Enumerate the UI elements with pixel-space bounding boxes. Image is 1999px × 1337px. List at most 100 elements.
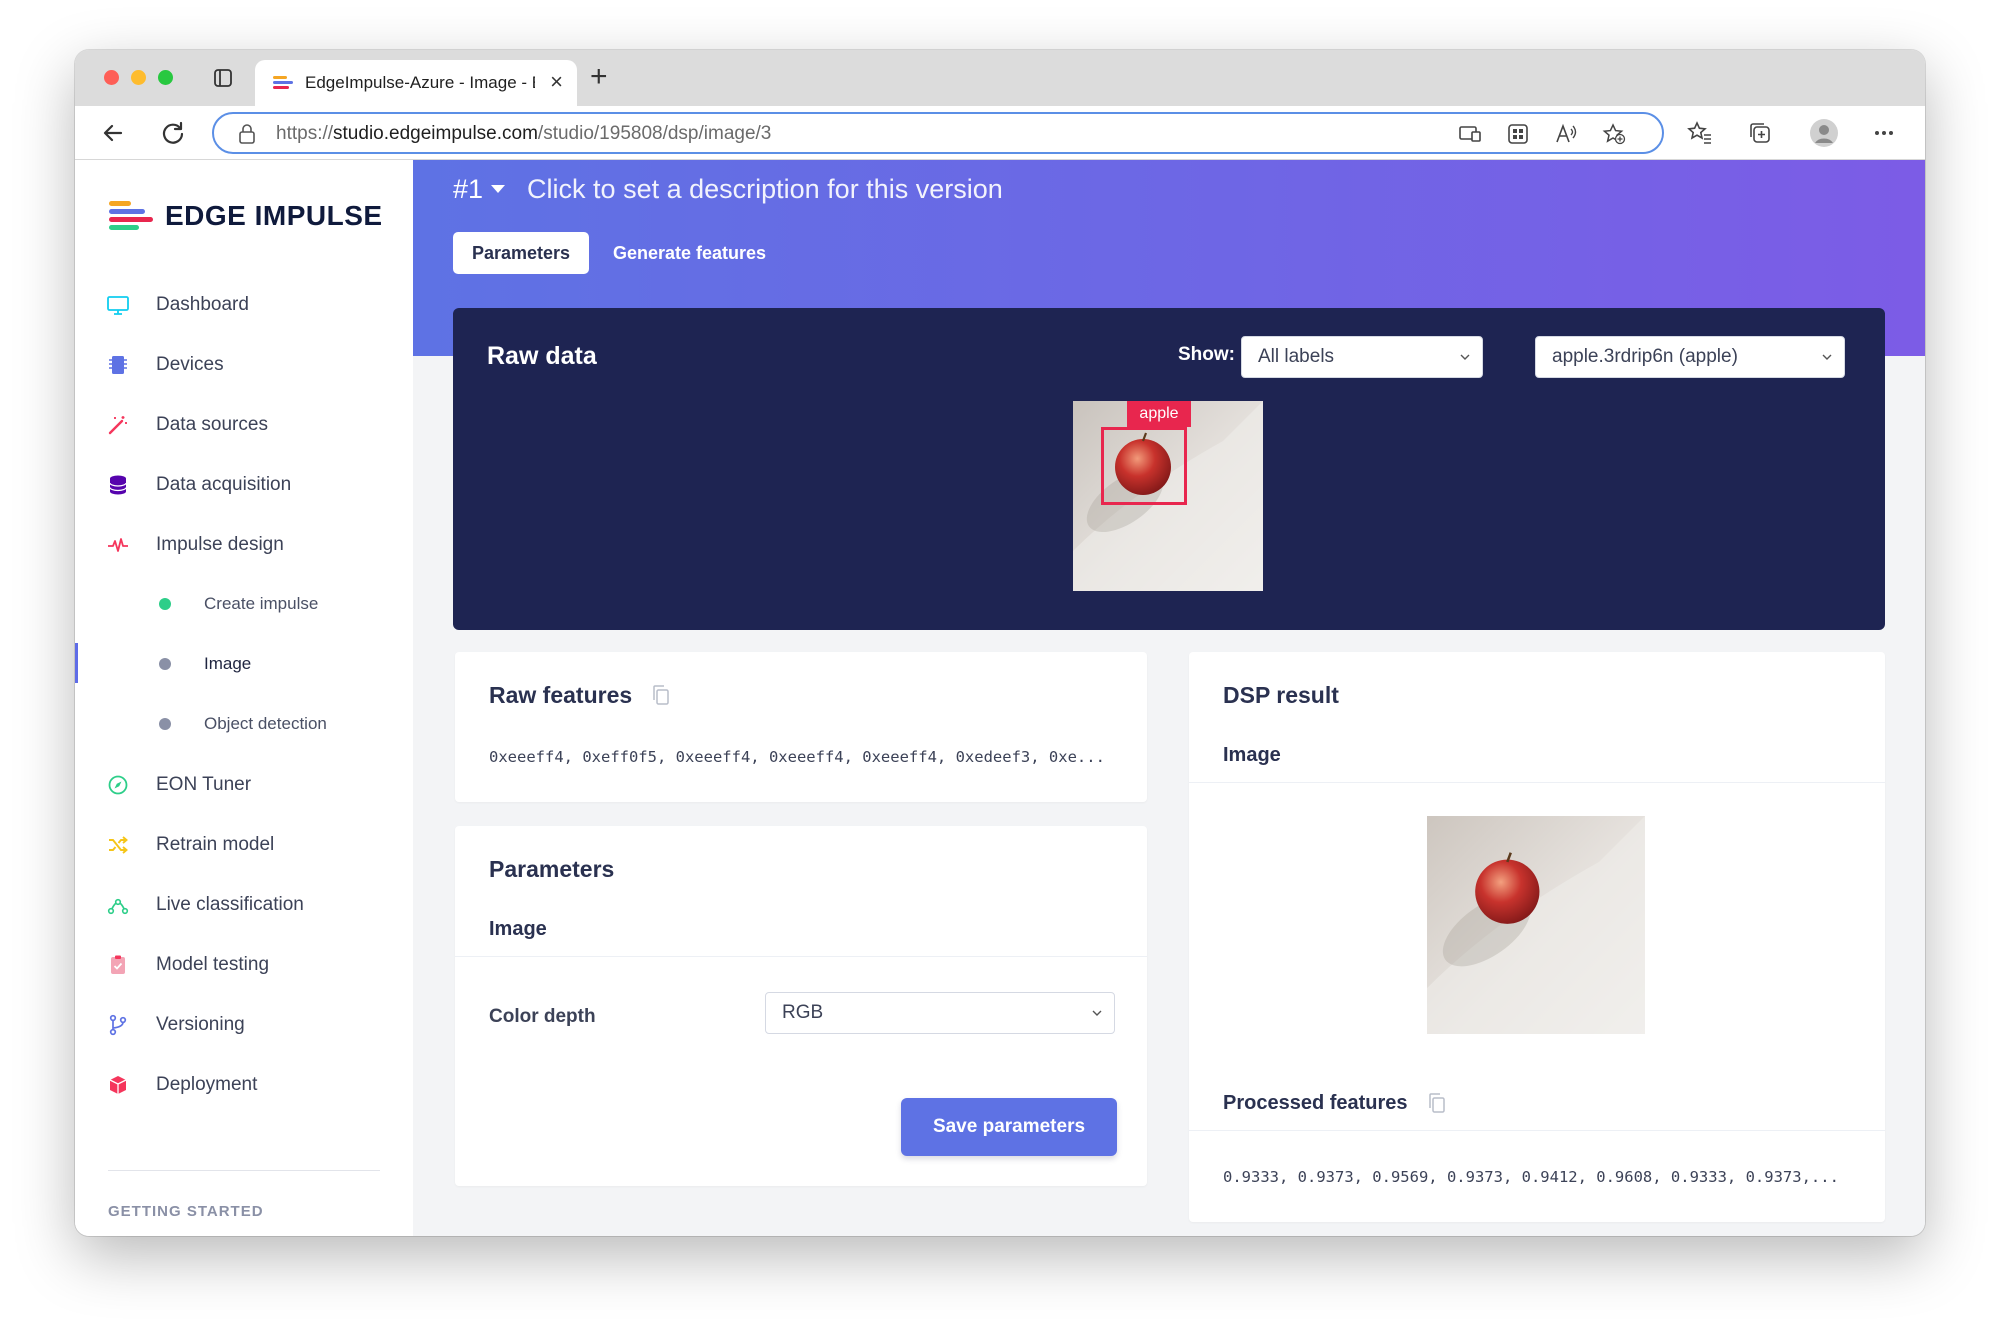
sidebar-item-versioning[interactable]: Versioning: [75, 1004, 413, 1044]
zoom-window-button[interactable]: [158, 70, 173, 85]
sidebar-divider: [108, 1170, 380, 1171]
app-content: EDGE IMPULSE Dashboard Devices Data sour…: [75, 160, 1925, 1236]
extensions-grid-icon[interactable]: [1506, 123, 1530, 145]
sidebar-item-data-sources[interactable]: Data sources: [75, 404, 413, 444]
label-filter-select[interactable]: All labels: [1241, 336, 1483, 378]
sidebar-item-impulse-design[interactable]: Impulse design: [75, 524, 413, 564]
chevron-down-icon: [1460, 354, 1470, 360]
raw-sample-image: apple: [1073, 401, 1263, 591]
getting-started-heading[interactable]: GETTING STARTED: [108, 1203, 264, 1220]
save-parameters-button[interactable]: Save parameters: [901, 1098, 1117, 1156]
show-label: Show:: [1178, 344, 1235, 365]
sidebar-item-image[interactable]: Image: [75, 643, 413, 683]
sidebar-item-label: Retrain model: [156, 834, 275, 855]
raw-features-card: Raw features 0xeeeff4, 0xeff0f5, 0xeeeff…: [455, 652, 1147, 802]
version-description[interactable]: Click to set a description for this vers…: [527, 174, 1003, 204]
color-depth-select[interactable]: RGB: [765, 992, 1115, 1034]
sidebar-item-label: Dashboard: [156, 294, 249, 315]
status-dot-green-icon: [159, 598, 171, 610]
reload-icon[interactable]: [159, 119, 187, 147]
status-dot-gray-icon: [159, 718, 171, 730]
tab-close-icon[interactable]: ×: [550, 71, 563, 93]
parameters-card: Parameters Image Color depth RGB Save pa…: [455, 826, 1147, 1186]
chevron-down-icon: [1822, 354, 1832, 360]
sample-value: apple.3rdrip6n (apple): [1552, 346, 1738, 367]
browser-window: EdgeImpulse-Azure - Image - E × + https:…: [75, 50, 1925, 1236]
more-options-icon[interactable]: [1871, 120, 1897, 146]
color-depth-value: RGB: [782, 1002, 824, 1023]
version-selector[interactable]: #1 Click to set a description for this ve…: [453, 174, 1003, 205]
back-arrow-icon[interactable]: [99, 119, 127, 147]
raw-features-values: 0xeeeff4, 0xeff0f5, 0xeeeff4, 0xeeeff4, …: [489, 748, 1105, 766]
version-number[interactable]: #1: [453, 174, 483, 204]
shuffle-icon: [109, 836, 128, 854]
lock-icon[interactable]: [238, 124, 256, 144]
raw-data-panel: Raw data Show: All labels apple.3rdrip6n…: [453, 308, 1885, 630]
sidebar-item-deployment[interactable]: Deployment: [75, 1064, 413, 1104]
sidebar-item-create-impulse[interactable]: Create impulse: [75, 583, 413, 623]
dsp-result-card: DSP result Image Processed features 0.93…: [1189, 652, 1885, 1222]
sidebar-item-label: Versioning: [156, 1014, 245, 1035]
dsp-section-title: Image: [1223, 744, 1281, 766]
section-divider: [1189, 1130, 1885, 1131]
sidebar-item-eon-tuner[interactable]: EON Tuner: [75, 764, 413, 804]
tab-actions-icon[interactable]: [212, 67, 234, 89]
sidebar-item-model-testing[interactable]: Model testing: [75, 944, 413, 984]
parameters-section-title: Image: [489, 918, 547, 940]
close-window-button[interactable]: [104, 70, 119, 85]
sidebar-item-label: Deployment: [156, 1074, 258, 1095]
add-favorite-icon[interactable]: [1602, 123, 1626, 145]
sidebar: EDGE IMPULSE Dashboard Devices Data sour…: [75, 160, 413, 1236]
tab-strip: EdgeImpulse-Azure - Image - E × +: [75, 50, 1925, 106]
address-bar[interactable]: https://studio.edgeimpulse.com/studio/19…: [212, 112, 1664, 154]
sidebar-item-retrain-model[interactable]: Retrain model: [75, 824, 413, 864]
sidebar-item-label: EON Tuner: [156, 774, 252, 795]
read-aloud-icon[interactable]: [1554, 123, 1578, 145]
edge-impulse-logo[interactable]: EDGE IMPULSE: [109, 200, 383, 232]
caret-down-icon[interactable]: [491, 185, 506, 193]
tab-generate-features[interactable]: Generate features: [613, 232, 766, 274]
sidebar-item-label: Create impulse: [204, 594, 319, 613]
sidebar-item-label: Data sources: [156, 414, 268, 435]
section-divider: [1189, 782, 1885, 783]
tab-title: EdgeImpulse-Azure - Image - E: [305, 73, 535, 92]
sidebar-item-label: Model testing: [156, 954, 270, 975]
profile-avatar-icon[interactable]: [1809, 118, 1839, 148]
bounding-box: [1101, 427, 1187, 505]
apple-photo-processed: [1427, 816, 1645, 1034]
tab-parameters[interactable]: Parameters: [453, 232, 589, 274]
copy-icon[interactable]: [1427, 1092, 1447, 1114]
branch-icon: [109, 1014, 127, 1036]
favorites-icon[interactable]: [1687, 120, 1713, 146]
chevron-down-icon: [1092, 1010, 1102, 1016]
section-divider: [455, 956, 1147, 957]
app-available-icon[interactable]: [1458, 123, 1482, 145]
url-scheme: https://: [276, 123, 334, 144]
browser-tab-active[interactable]: EdgeImpulse-Azure - Image - E ×: [255, 60, 577, 106]
status-dot-gray-icon: [159, 658, 171, 670]
sidebar-item-dashboard[interactable]: Dashboard: [75, 284, 413, 324]
copy-icon[interactable]: [651, 684, 671, 706]
nodes-icon: [107, 898, 129, 915]
sidebar-item-live-classification[interactable]: Live classification: [75, 884, 413, 924]
minimize-window-button[interactable]: [131, 70, 146, 85]
database-icon: [109, 475, 127, 495]
sidebar-item-label: Impulse design: [156, 534, 284, 555]
edge-impulse-logo-mark-icon: [109, 201, 153, 230]
new-tab-icon[interactable]: +: [590, 62, 608, 92]
wand-icon: [108, 416, 127, 435]
processed-image: [1427, 816, 1645, 1034]
sidebar-item-label: Image: [204, 654, 252, 673]
pulse-icon: [108, 538, 128, 552]
sidebar-item-data-acquisition[interactable]: Data acquisition: [75, 464, 413, 504]
active-indicator: [75, 643, 78, 683]
sample-select[interactable]: apple.3rdrip6n (apple): [1535, 336, 1845, 378]
sidebar-item-label: Live classification: [156, 894, 304, 915]
sidebar-item-devices[interactable]: Devices: [75, 344, 413, 384]
processed-features-values: 0.9333, 0.9373, 0.9569, 0.9373, 0.9412, …: [1223, 1168, 1839, 1186]
collections-icon[interactable]: [1747, 120, 1773, 146]
sidebar-item-object-detection[interactable]: Object detection: [75, 703, 413, 743]
sidebar-item-label: Object detection: [204, 714, 327, 733]
clipboard-icon: [111, 955, 125, 974]
url-text[interactable]: https://studio.edgeimpulse.com/studio/19…: [276, 123, 771, 145]
